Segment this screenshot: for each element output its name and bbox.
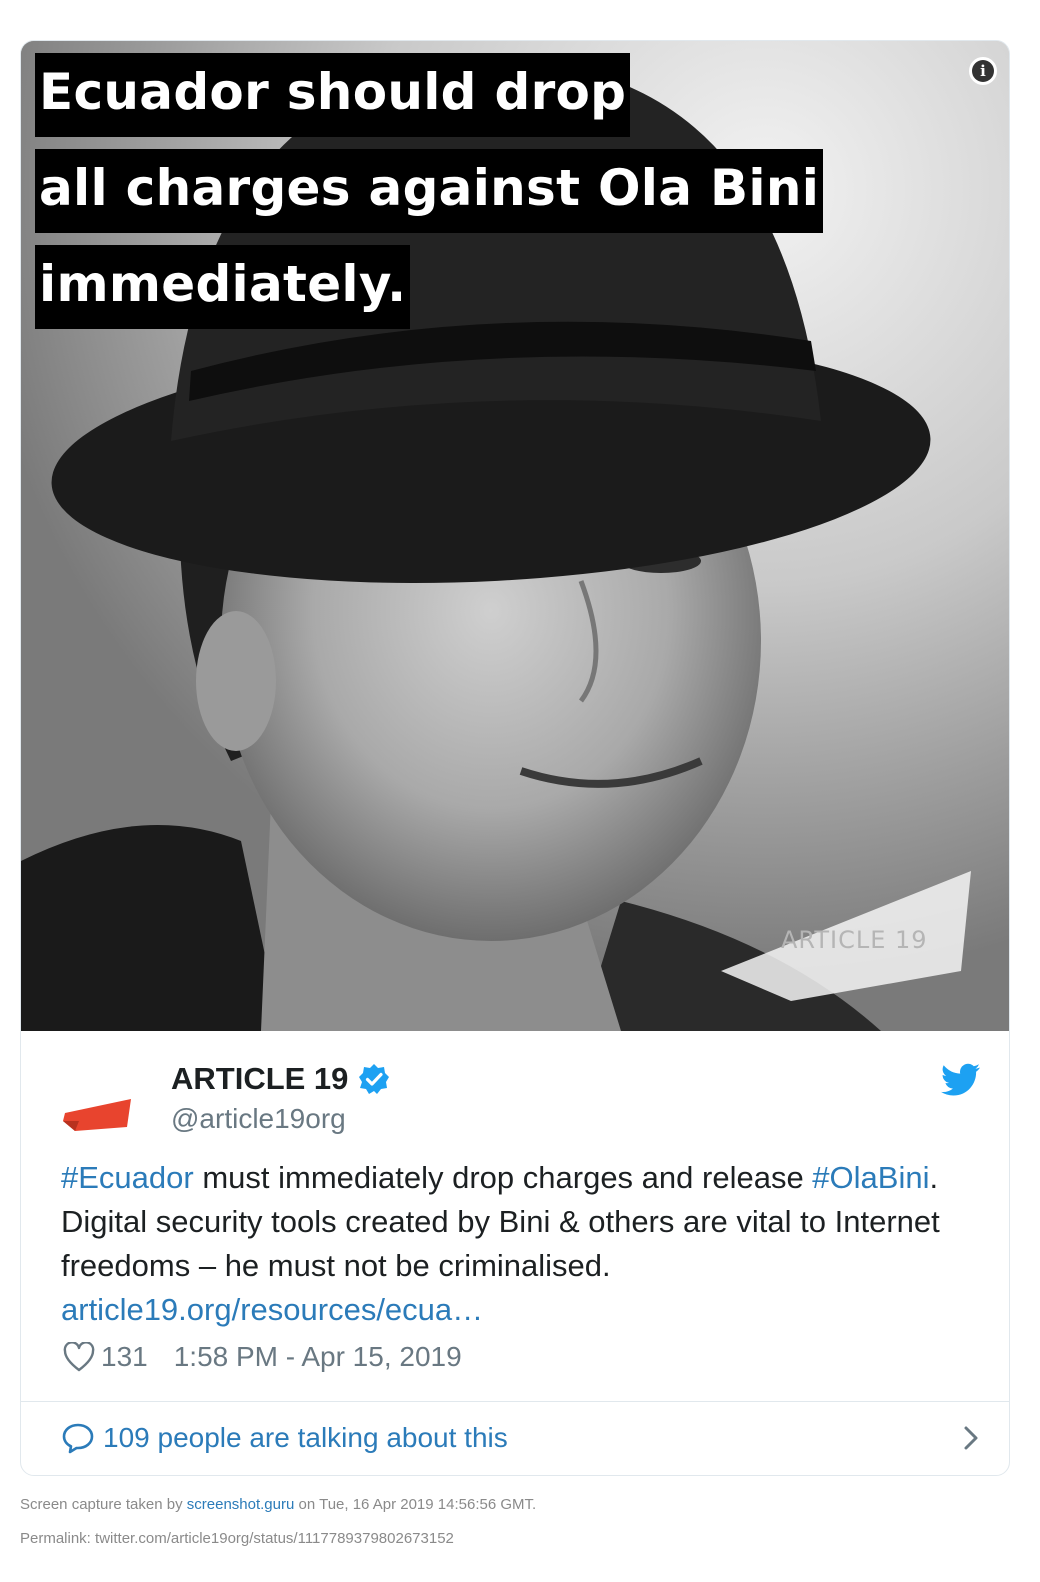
info-icon-glyph: i: [972, 60, 994, 82]
author-handle[interactable]: @article19org: [171, 1103, 346, 1135]
capture-site-link[interactable]: screenshot.guru: [187, 1496, 295, 1513]
hashtag-olabini[interactable]: #OlaBini: [812, 1160, 929, 1195]
capture-suffix: on Tue, 16 Apr 2019 14:56:56 GMT.: [294, 1496, 537, 1513]
tweet-timestamp[interactable]: 1:58 PM - Apr 15, 2019: [174, 1341, 462, 1373]
tweet-link[interactable]: article19.org/resources/ecua…: [61, 1292, 483, 1327]
headline-line-3: immediately.: [35, 245, 411, 329]
tweet-text: #Ecuador must immediately drop charges a…: [61, 1156, 981, 1332]
speech-bubble-icon: [62, 1423, 94, 1454]
divider: [21, 1401, 1009, 1402]
avatar[interactable]: [61, 1081, 135, 1141]
info-icon[interactable]: i: [969, 57, 997, 85]
tweet-photo[interactable]: Ecuador should drop all charges against …: [21, 41, 1009, 1031]
heart-icon[interactable]: [63, 1342, 95, 1372]
capture-note: Screen capture taken by screenshot.guru …: [20, 1496, 536, 1513]
twitter-bird-icon[interactable]: [941, 1063, 981, 1097]
like-count[interactable]: 131: [101, 1341, 148, 1373]
conversation-link[interactable]: 109 people are talking about this: [61, 1413, 981, 1463]
headline-line-2: all charges against Ola Bini: [35, 149, 824, 233]
tweet-meta: 131 1:58 PM - Apr 15, 2019: [63, 1341, 462, 1373]
talking-label: 109 people are talking about this: [103, 1422, 508, 1453]
author-name-row: ARTICLE 19: [171, 1061, 390, 1097]
tweet-text-part-1: must immediately drop charges and releas…: [193, 1160, 813, 1195]
embedded-tweet-card: Ecuador should drop all charges against …: [20, 40, 1010, 1476]
chevron-right-icon: [964, 1426, 978, 1450]
verified-badge-icon: [359, 1064, 390, 1094]
tweet-author: ARTICLE 19 @article19org: [61, 1061, 981, 1151]
image-headline: Ecuador should drop all charges against …: [35, 53, 824, 341]
image-watermark: ARTICLE 19: [781, 926, 928, 954]
capture-prefix: Screen capture taken by: [20, 1496, 187, 1513]
author-name[interactable]: ARTICLE 19: [171, 1061, 348, 1097]
hashtag-ecuador[interactable]: #Ecuador: [61, 1160, 194, 1195]
headline-line-1: Ecuador should drop: [35, 53, 631, 137]
article19-logo-icon: [63, 1099, 131, 1131]
permalink[interactable]: Permalink: twitter.com/article19org/stat…: [20, 1530, 454, 1547]
